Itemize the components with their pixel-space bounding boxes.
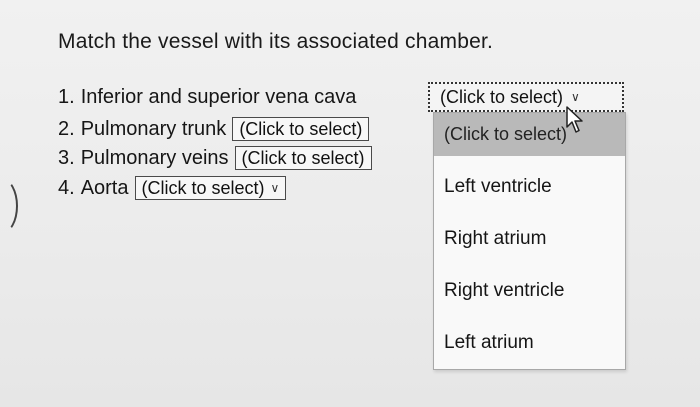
dropdown-option-right-ventricle[interactable]: Right ventricle: [434, 280, 625, 302]
chamber-dropdown-list: (Click to select) Left ventricle Right a…: [433, 112, 626, 370]
vessel-select-4[interactable]: (Click to select) ∨: [134, 176, 287, 200]
match-row-1: 1. Inferior and superior vena cava: [58, 86, 362, 109]
match-row-3: 3. Pulmonary veins (Click to select): [58, 146, 372, 170]
edge-bracket-decoration: [0, 178, 18, 234]
vessel-select-2[interactable]: (Click to select): [232, 117, 370, 141]
select-value: (Click to select): [141, 177, 265, 198]
dropdown-option-left-ventricle[interactable]: Left ventricle: [434, 176, 625, 198]
vessel-select-1[interactable]: (Click to select) ∨: [428, 82, 624, 112]
row-number: 2.: [58, 117, 75, 140]
dropdown-option-placeholder[interactable]: (Click to select): [434, 113, 625, 156]
vessel-select-3[interactable]: (Click to select): [234, 146, 372, 170]
select-value: (Click to select): [241, 147, 365, 168]
select-value: (Click to select): [239, 118, 363, 139]
select-value: (Click to select): [440, 86, 564, 107]
quiz-screen: Match the vessel with its associated cha…: [0, 0, 700, 407]
chevron-down-icon: ∨: [270, 181, 280, 195]
match-row-2: 2. Pulmonary trunk (Click to select): [58, 117, 370, 141]
chevron-down-icon: ∨: [571, 90, 580, 104]
vessel-label: Pulmonary trunk: [80, 117, 227, 140]
vessel-label: Pulmonary veins: [80, 146, 229, 169]
dropdown-option-left-atrium[interactable]: Left atrium: [434, 332, 625, 354]
question-prompt: Match the vessel with its associated cha…: [58, 30, 494, 53]
vessel-label: Aorta: [80, 176, 129, 199]
match-row-4: 4. Aorta (Click to select) ∨: [58, 176, 287, 200]
row-number: 1.: [58, 86, 75, 108]
row-number: 3.: [58, 146, 75, 169]
row-number: 4.: [58, 176, 75, 199]
mouse-cursor-icon: [566, 106, 583, 133]
vessel-label: Inferior and superior vena cava: [80, 86, 357, 108]
dropdown-option-right-atrium[interactable]: Right atrium: [434, 228, 625, 250]
